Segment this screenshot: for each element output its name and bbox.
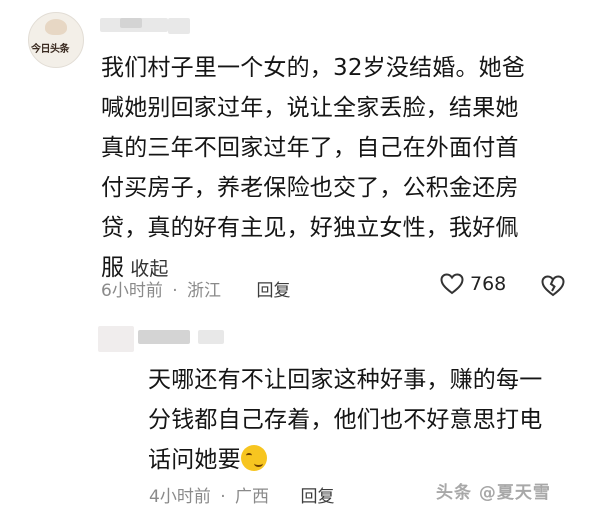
like-button[interactable]: 768 <box>440 273 506 295</box>
blurred-reply-avatar <box>98 326 134 352</box>
comment-location: 浙江 <box>187 281 222 301</box>
avatar-face <box>45 19 67 35</box>
reply-line: 天哪还有不让回家这种好事，赚的每一 <box>148 367 543 393</box>
reply-body: 天哪还有不让回家这种好事，赚的每一 分钱都自己存着，他们也不好意思打电 话问她要 <box>148 360 588 480</box>
reply-time: 4小时前 <box>149 487 211 507</box>
like-count: 768 <box>470 273 507 295</box>
comment-meta: 6小时前 · 浙江 回复 <box>101 276 290 301</box>
reply-line: 话问她要 <box>148 447 241 473</box>
user-avatar[interactable]: 今日头条 <box>28 12 84 68</box>
comment-line: 付买房子，养老保险也交了，公积金还房 <box>101 175 519 201</box>
reply-button[interactable]: 回复 <box>256 281 290 301</box>
comment-line: 贷，真的好有主见，好独立女性，我好佩 <box>101 215 519 241</box>
reply-line-last: 话问她要 <box>148 440 588 480</box>
heart-outline-icon <box>440 273 464 295</box>
reply-location: 广西 <box>235 487 270 507</box>
reply-button[interactable]: 回复 <box>300 487 334 507</box>
reply-line: 分钱都自己存着，他们也不好意思打电 <box>148 407 543 433</box>
watermark: 头条 @夏天雪 <box>436 483 551 503</box>
comment-line: 我们村子里一个女的，32岁没结婚。她爸 <box>101 55 526 81</box>
blurred-reply-badge <box>198 330 224 344</box>
comment-line: 喊她别回家过年，说让全家丢脸，结果她 <box>101 95 519 121</box>
meta-separator: · <box>172 281 178 301</box>
blurred-username-part <box>120 18 142 28</box>
comment-time: 6小时前 <box>101 281 163 301</box>
dislike-button[interactable] <box>541 275 565 301</box>
blurred-reply-username <box>138 330 190 344</box>
avatar-logo-text: 今日头条 <box>31 44 70 55</box>
meta-separator: · <box>220 487 226 507</box>
comment-line: 真的三年不回家过年了，自己在外面付首 <box>101 135 519 161</box>
blurred-badge <box>168 18 190 34</box>
reply-meta: 4小时前 · 广西 回复 <box>149 482 334 507</box>
comment-body: 我们村子里一个女的，32岁没结婚。她爸 喊她别回家过年，说让全家丢脸，结果她 真… <box>101 48 581 289</box>
smirk-emoji-icon <box>240 445 267 471</box>
broken-heart-icon <box>541 275 565 297</box>
